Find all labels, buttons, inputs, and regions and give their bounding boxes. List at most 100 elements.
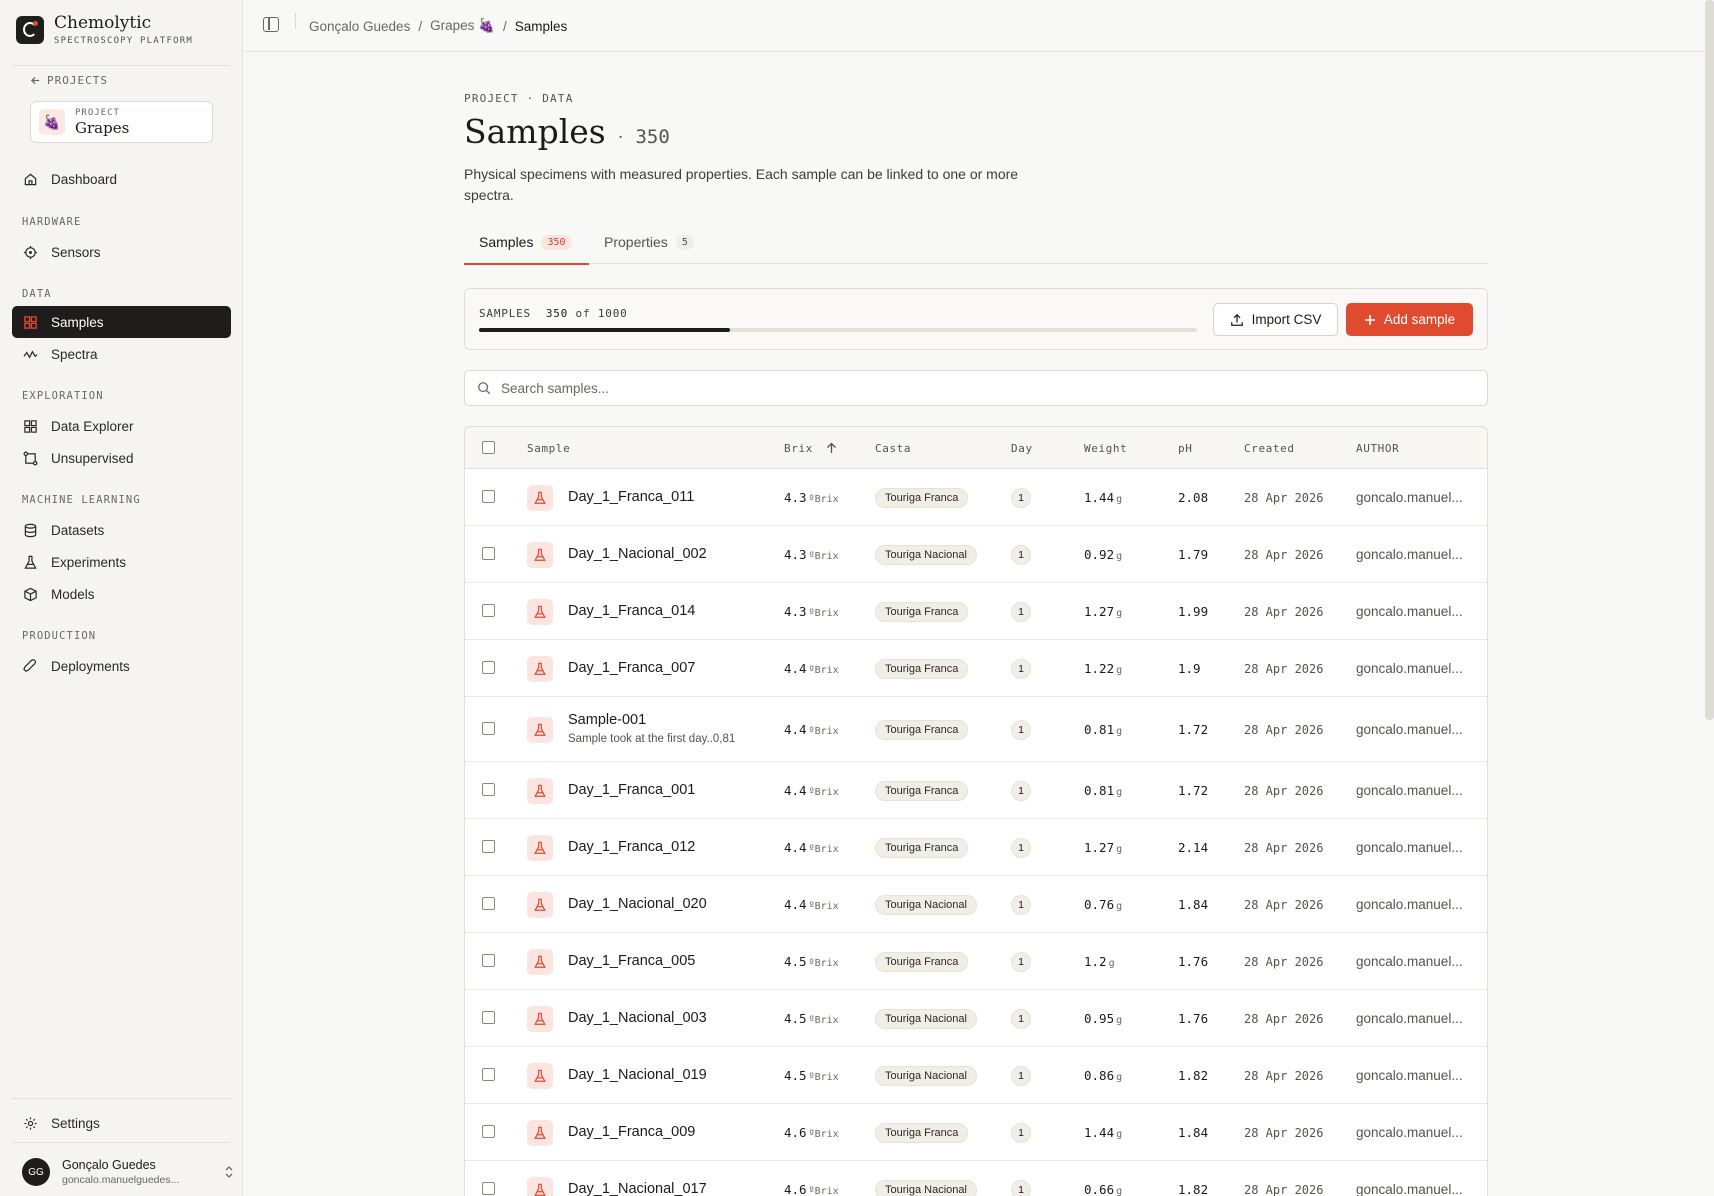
divider xyxy=(12,1142,230,1143)
table-row[interactable]: Day_1_Nacional_003 4.5 ºBrix Touriga Nacion… xyxy=(465,990,1487,1047)
user-name: Gonçalo Guedes xyxy=(62,1158,156,1172)
table-row[interactable]: Day_1_Franca_012 4.4 ºBrix Touriga Franca 1 1… xyxy=(465,819,1487,876)
project-switcher[interactable]: 🍇 PROJECT Grapes xyxy=(30,101,213,143)
import-csv-button[interactable]: Import CSV xyxy=(1213,303,1338,336)
table-row[interactable]: Day_1_Nacional_017 4.6 ºBrix Touriga Nacion… xyxy=(465,1161,1487,1196)
user-menu[interactable]: GG Gonçalo Guedes goncalo.manuelguedes..… xyxy=(22,1158,234,1186)
table-row[interactable]: Sample-001 Sample took at the first day..… xyxy=(465,697,1487,762)
tab-properties[interactable]: Properties 5 xyxy=(604,234,694,250)
casta-badge: Touriga Nacional xyxy=(875,1180,977,1196)
sidebar-item-deployments[interactable]: Deployments xyxy=(12,650,231,682)
row-checkbox[interactable] xyxy=(482,1182,495,1195)
casta-badge: Touriga Franca xyxy=(875,659,969,679)
brix-value: 4.5 ºBrix xyxy=(784,1011,839,1026)
weight-unit: g xyxy=(1116,844,1123,855)
sample-name[interactable]: Day_1_Nacional_017 xyxy=(568,1181,707,1196)
row-checkbox[interactable] xyxy=(482,547,495,560)
sidebar-item-sensors[interactable]: Sensors xyxy=(12,236,231,268)
row-checkbox[interactable] xyxy=(482,954,495,967)
tab-samples[interactable]: Samples 350 xyxy=(479,234,572,250)
page-scrollbar[interactable] xyxy=(1705,0,1714,720)
brix-value: 4.5 ºBrix xyxy=(784,1068,839,1083)
breadcrumb-owner[interactable]: Gonçalo Guedes xyxy=(309,19,410,34)
row-checkbox[interactable] xyxy=(482,1125,495,1138)
table-row[interactable]: Day_1_Nacional_019 4.5 ºBrix Touriga Nacion… xyxy=(465,1047,1487,1104)
brand[interactable]: Chemolytic SPECTROSCOPY PLATFORM xyxy=(16,14,193,46)
tab-badge: 350 xyxy=(541,234,572,250)
row-checkbox[interactable] xyxy=(482,490,495,503)
sidebar-item-samples[interactable]: Samples xyxy=(12,306,231,338)
sample-name[interactable]: Day_1_Nacional_003 xyxy=(568,1010,707,1026)
sample-name[interactable]: Day_1_Nacional_002 xyxy=(568,546,707,562)
table-row[interactable]: Day_1_Franca_014 4.3 ºBrix Touriga Franca 1 1… xyxy=(465,583,1487,640)
sidebar-item-models[interactable]: Models xyxy=(12,578,231,610)
sidebar-item-experiments[interactable]: Experiments xyxy=(12,546,231,578)
sample-name[interactable]: Day_1_Nacional_019 xyxy=(568,1067,707,1083)
day-badge: 1 xyxy=(1011,895,1031,915)
row-checkbox[interactable] xyxy=(482,722,495,735)
author-name: goncalo.manuel... xyxy=(1356,490,1463,505)
sidebar-item-spectra[interactable]: Spectra xyxy=(12,338,231,370)
active-tab-indicator xyxy=(464,263,589,265)
back-to-projects-link[interactable]: PROJECTS xyxy=(30,74,108,87)
search-input[interactable] xyxy=(501,380,1401,396)
column-casta[interactable]: Casta xyxy=(875,442,911,455)
row-checkbox[interactable] xyxy=(482,661,495,674)
row-checkbox[interactable] xyxy=(482,1068,495,1081)
row-checkbox[interactable] xyxy=(482,604,495,617)
tab-badge: 5 xyxy=(675,234,694,250)
weight-unit: g xyxy=(1116,1186,1123,1196)
sample-name[interactable]: Day_1_Franca_005 xyxy=(568,953,695,969)
sort-ascending-icon xyxy=(827,442,837,453)
database-icon xyxy=(22,522,38,538)
table-row[interactable]: Day_1_Franca_011 4.3 ºBrix Touriga Franca 1 1… xyxy=(465,469,1487,526)
sidebar-item-unsupervised[interactable]: Unsupervised xyxy=(12,442,231,474)
sample-name[interactable]: Day_1_Franca_007 xyxy=(568,660,695,676)
arrow-left-icon xyxy=(30,76,40,85)
sidebar-item-data-explorer[interactable]: Data Explorer xyxy=(12,410,231,442)
sample-name[interactable]: Day_1_Franca_009 xyxy=(568,1124,695,1140)
quota-label: SAMPLES 350 of 1000 xyxy=(479,307,628,320)
add-sample-button[interactable]: Add sample xyxy=(1346,303,1473,336)
column-brix[interactable]: Brix xyxy=(784,442,837,455)
weight-value: 0.86 g xyxy=(1084,1068,1122,1083)
column-ph[interactable]: pH xyxy=(1178,442,1192,455)
author-name: goncalo.manuel... xyxy=(1356,722,1463,737)
home-icon xyxy=(22,171,38,187)
weight-value: 1.2 g xyxy=(1084,954,1115,969)
flask-icon xyxy=(527,656,553,682)
table-row[interactable]: Day_1_Franca_005 4.5 ºBrix Touriga Franca 1 1… xyxy=(465,933,1487,990)
row-checkbox[interactable] xyxy=(482,783,495,796)
sidebar-item-datasets[interactable]: Datasets xyxy=(12,514,231,546)
author-name: goncalo.manuel... xyxy=(1356,897,1463,912)
rocket-icon xyxy=(22,658,38,674)
table-row[interactable]: Day_1_Nacional_020 4.4 ºBrix Touriga Nacion… xyxy=(465,876,1487,933)
row-checkbox[interactable] xyxy=(482,1011,495,1024)
sample-name[interactable]: Day_1_Franca_011 xyxy=(568,489,694,505)
sidebar-item-settings[interactable]: Settings xyxy=(12,1107,231,1139)
sample-name[interactable]: Sample-001 xyxy=(568,712,646,728)
sample-name[interactable]: Day_1_Franca_014 xyxy=(568,603,695,619)
column-created[interactable]: Created xyxy=(1244,442,1295,455)
quota-progress-fill xyxy=(479,328,731,332)
table-row[interactable]: Day_1_Nacional_002 4.3 ºBrix Touriga Nacion… xyxy=(465,526,1487,583)
sample-name[interactable]: Day_1_Nacional_020 xyxy=(568,896,707,912)
table-row[interactable]: Day_1_Franca_007 4.4 ºBrix Touriga Franca 1 1… xyxy=(465,640,1487,697)
column-day[interactable]: Day xyxy=(1011,442,1033,455)
column-weight[interactable]: Weight xyxy=(1084,442,1127,455)
table-row[interactable]: Day_1_Franca_001 4.4 ºBrix Touriga Franca 1 0… xyxy=(465,762,1487,819)
flask-icon xyxy=(527,599,553,625)
row-checkbox[interactable] xyxy=(482,897,495,910)
sidebar-item-dashboard[interactable]: Dashboard xyxy=(12,163,231,195)
sample-name[interactable]: Day_1_Franca_012 xyxy=(568,839,695,855)
select-all-checkbox[interactable] xyxy=(482,441,495,454)
column-author[interactable]: AUTHOR xyxy=(1356,442,1399,455)
breadcrumb-project[interactable]: Grapes 🍇 xyxy=(430,18,495,34)
sidebar-toggle-icon[interactable] xyxy=(263,17,279,32)
sample-name[interactable]: Day_1_Franca_001 xyxy=(568,782,695,798)
row-checkbox[interactable] xyxy=(482,840,495,853)
search-bar xyxy=(464,370,1488,406)
flask-icon xyxy=(527,1006,553,1032)
column-sample[interactable]: Sample xyxy=(527,442,570,455)
table-row[interactable]: Day_1_Franca_009 4.6 ºBrix Touriga Franca 1 1… xyxy=(465,1104,1487,1161)
